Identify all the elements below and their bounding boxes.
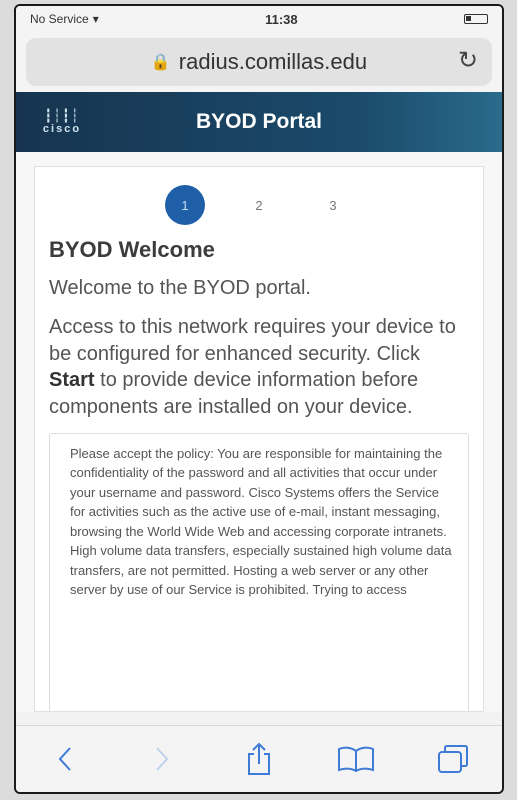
step-3: 3 [329,197,337,213]
url-text: radius.comillas.edu [178,49,368,74]
bookmarks-icon [338,746,375,773]
carrier-label: No Service [30,12,89,26]
lock-icon: 🔒 [150,54,171,71]
tabs-button[interactable] [429,739,477,779]
carrier-group: No Service ▾ [30,12,99,26]
access-text: Access to this network requires your dev… [49,314,469,421]
policy-textbox[interactable]: Please accept the policy: You are respon… [49,432,469,711]
status-bar: No Service ▾ 11:38 [16,6,502,32]
access-text-start: Access to this network requires your dev… [49,315,456,365]
step-2: 2 [255,197,263,213]
policy-text: Please accept the policy: You are respon… [70,445,452,598]
browser-toolbar [16,725,502,792]
back-button[interactable] [41,739,89,779]
page-title: BYOD Welcome [49,237,215,262]
share-button[interactable] [235,739,283,779]
url-row: 🔒 radius.comillas.edu ↻ [16,32,502,92]
reload-icon[interactable]: ↻ [458,46,478,75]
forward-button[interactable] [138,739,186,779]
battery-icon [463,14,488,24]
content-area: 1 2 3 BYOD Welcome Welcome to the BYOD p… [16,152,502,712]
portal-title: BYOD Portal [195,110,323,133]
share-icon [247,742,270,775]
wifi-icon: ▾ [92,12,99,26]
forward-icon [156,747,169,771]
bookmarks-button[interactable] [332,739,380,779]
step-indicator: 1 2 3 [49,185,469,225]
start-keyword: Start [49,369,95,392]
back-icon [58,747,71,771]
portal-header: ┇┆┇┆ cisco BYOD Portal [16,92,502,152]
address-bar[interactable]: 🔒 radius.comillas.edu ↻ [26,38,492,86]
tabs-icon [438,745,469,773]
phone-screen: No Service ▾ 11:38 🔒 radius.comillas.edu… [14,4,504,794]
status-time: 11:38 [265,11,298,27]
step-1: 1 [165,185,205,225]
welcome-card: 1 2 3 BYOD Welcome Welcome to the BYOD p… [34,166,484,712]
welcome-text: Welcome to the BYOD portal. [49,277,311,299]
access-text-end: to provide device information before com… [49,369,419,419]
